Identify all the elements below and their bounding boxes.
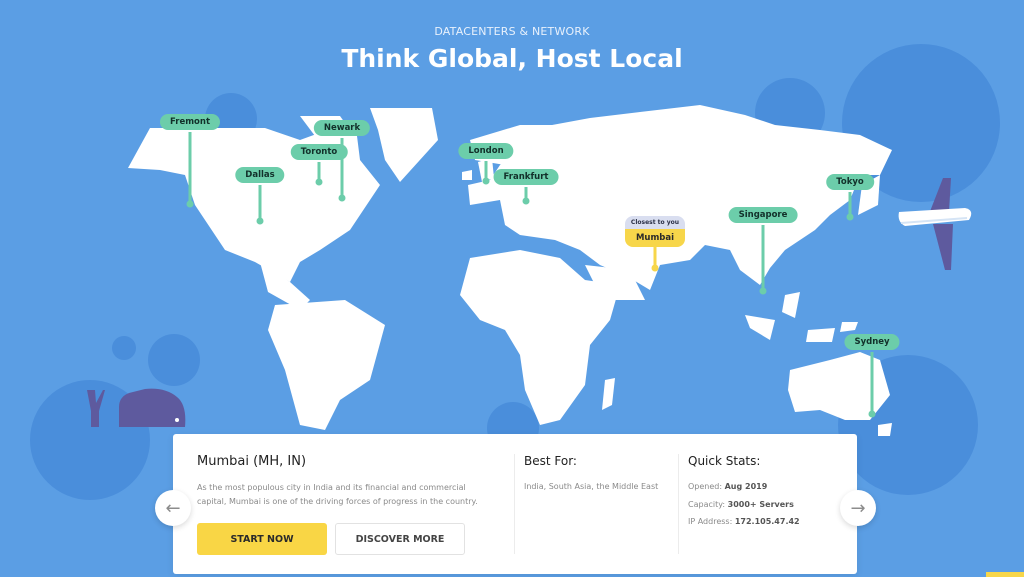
city-description: As the most populous city in India and i… <box>197 483 478 506</box>
stat-value: Aug 2019 <box>724 482 768 491</box>
pin-dot <box>846 213 854 221</box>
location-label: Newark <box>313 120 371 136</box>
stat-value: 3000+ Servers <box>727 500 794 509</box>
pin-dot <box>338 194 346 202</box>
location-label: Fremont <box>159 114 221 130</box>
stat-capacity: Capacity: 3000+ Servers <box>688 500 794 509</box>
location-label: Sydney <box>844 334 900 350</box>
next-location-button[interactable]: → <box>840 490 876 526</box>
location-label: Tokyo <box>826 174 874 190</box>
pin-dot <box>522 197 530 205</box>
quick-stats-title: Quick Stats: <box>688 454 761 468</box>
pin-dot <box>256 217 264 225</box>
stat-label: IP Address: <box>688 517 733 526</box>
pin-dot <box>482 177 490 185</box>
column-divider <box>678 454 679 554</box>
pin-dot <box>651 264 659 272</box>
location-label: Toronto <box>290 144 348 160</box>
best-for-title: Best For: <box>524 454 577 468</box>
selected-location-marker[interactable]: Closest to you Mumbai <box>625 216 685 247</box>
location-info-card: Mumbai (MH, IN) As the most populous cit… <box>173 434 857 574</box>
pin-stem <box>188 132 192 204</box>
corner-accent <box>986 572 1024 577</box>
selected-location-label: Mumbai <box>625 229 685 247</box>
stat-label: Opened: <box>688 482 723 491</box>
stat-ip-address: IP Address: 172.105.47.42 <box>688 517 800 526</box>
closest-badge: Closest to you <box>625 216 685 229</box>
discover-more-button[interactable]: DISCOVER MORE <box>335 523 465 555</box>
datacenter-map-section: DATACENTERS & NETWORK Think Global, Host… <box>0 0 1024 577</box>
prev-location-button[interactable]: ← <box>155 490 191 526</box>
stat-opened: Opened: Aug 2019 <box>688 482 767 491</box>
arrow-left-icon: ← <box>165 497 181 519</box>
whale-illustration <box>87 388 186 427</box>
column-divider <box>514 454 515 554</box>
pin-stem <box>761 225 765 291</box>
location-label: Frankfurt <box>493 169 559 185</box>
location-label: Singapore <box>728 207 798 223</box>
best-for-text: India, South Asia, the Middle East <box>524 482 659 491</box>
start-now-button[interactable]: START NOW <box>197 523 327 555</box>
location-label: Dallas <box>235 167 285 183</box>
pin-stem <box>340 138 344 198</box>
stat-label: Capacity: <box>688 500 726 509</box>
pin-dot <box>759 287 767 295</box>
location-label: London <box>458 143 514 159</box>
pin-dot <box>186 200 194 208</box>
airplane-illustration <box>898 178 972 270</box>
pin-dot <box>868 410 876 418</box>
arrow-right-icon: → <box>850 497 866 519</box>
pin-stem <box>870 352 874 414</box>
pin-stem <box>258 185 262 221</box>
pin-dot <box>315 178 323 186</box>
stat-value: 172.105.47.42 <box>734 517 800 526</box>
city-title: Mumbai (MH, IN) <box>197 454 307 469</box>
